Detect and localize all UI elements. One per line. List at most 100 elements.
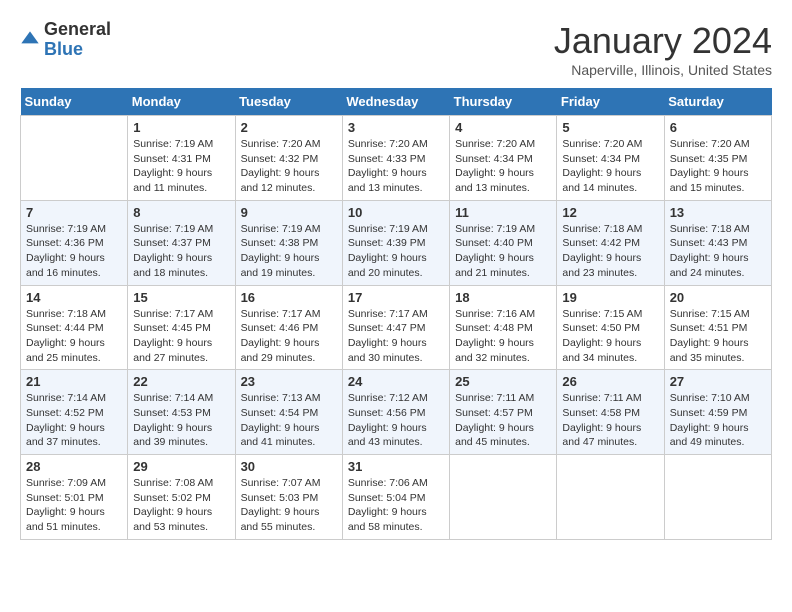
day-info: Sunrise: 7:20 AMSunset: 4:34 PMDaylight:…	[455, 137, 551, 196]
calendar-cell: 2 Sunrise: 7:20 AMSunset: 4:32 PMDaylight…	[235, 116, 342, 201]
calendar-week-row: 1Sunrise: 7:19 AMSunset: 4:31 PMDaylight…	[21, 116, 772, 201]
day-info: Sunrise: 7:07 AMSunset: 5:03 PMDaylight:…	[241, 476, 337, 535]
day-number: 4	[455, 120, 551, 135]
calendar-cell	[557, 455, 664, 540]
day-info: Sunrise: 7:12 AMSunset: 4:56 PMDaylight:…	[348, 391, 444, 450]
day-number: 24	[348, 374, 444, 389]
calendar-day-header: Monday	[128, 88, 235, 116]
calendar-header-row: SundayMondayTuesdayWednesdayThursdayFrid…	[21, 88, 772, 116]
day-info: Sunrise: 7:11 AMSunset: 4:57 PMDaylight:…	[455, 391, 551, 450]
calendar-week-row: 28 Sunrise: 7:09 AMSunset: 5:01 PMDayligh…	[21, 455, 772, 540]
calendar-cell: 20Sunrise: 7:15 AMSunset: 4:51 PMDayligh…	[664, 285, 771, 370]
calendar-day-header: Tuesday	[235, 88, 342, 116]
day-number: 12	[562, 205, 658, 220]
day-info: Sunrise: 7:17 AMSunset: 4:47 PMDaylight:…	[348, 307, 444, 366]
calendar-cell: 24 Sunrise: 7:12 AMSunset: 4:56 PMDayligh…	[342, 370, 449, 455]
calendar-day-header: Saturday	[664, 88, 771, 116]
calendar-cell: 31 Sunrise: 7:06 AMSunset: 5:04 PMDayligh…	[342, 455, 449, 540]
logo-general-text: General	[44, 20, 111, 40]
calendar-day-header: Friday	[557, 88, 664, 116]
day-info: Sunrise: 7:20 AMSunset: 4:35 PMDaylight:…	[670, 137, 766, 196]
page-header: General Blue January 2024 Naperville, Il…	[20, 20, 772, 78]
day-number: 21	[26, 374, 122, 389]
day-info: Sunrise: 7:14 AMSunset: 4:53 PMDaylight:…	[133, 391, 229, 450]
day-number: 7	[26, 205, 122, 220]
day-number: 10	[348, 205, 444, 220]
calendar-cell: 23Sunrise: 7:13 AMSunset: 4:54 PMDayligh…	[235, 370, 342, 455]
calendar-week-row: 21 Sunrise: 7:14 AMSunset: 4:52 PMDayligh…	[21, 370, 772, 455]
day-info: Sunrise: 7:20 AMSunset: 4:32 PMDaylight:…	[241, 137, 337, 196]
calendar-day-header: Sunday	[21, 88, 128, 116]
day-number: 31	[348, 459, 444, 474]
day-number: 29	[133, 459, 229, 474]
calendar-cell: 16 Sunrise: 7:17 AMSunset: 4:46 PMDayligh…	[235, 285, 342, 370]
calendar-cell: 26 Sunrise: 7:11 AMSunset: 4:58 PMDayligh…	[557, 370, 664, 455]
calendar-cell: 4 Sunrise: 7:20 AMSunset: 4:34 PMDaylight…	[450, 116, 557, 201]
day-info: Sunrise: 7:19 AMSunset: 4:36 PMDaylight:…	[26, 222, 122, 281]
day-number: 22	[133, 374, 229, 389]
day-number: 15	[133, 290, 229, 305]
calendar-cell: 28 Sunrise: 7:09 AMSunset: 5:01 PMDayligh…	[21, 455, 128, 540]
day-number: 5	[562, 120, 658, 135]
calendar-cell: 3Sunrise: 7:20 AMSunset: 4:33 PMDaylight…	[342, 116, 449, 201]
day-info: Sunrise: 7:19 AMSunset: 4:40 PMDaylight:…	[455, 222, 551, 281]
day-info: Sunrise: 7:13 AMSunset: 4:54 PMDaylight:…	[241, 391, 337, 450]
day-info: Sunrise: 7:18 AMSunset: 4:43 PMDaylight:…	[670, 222, 766, 281]
day-info: Sunrise: 7:08 AMSunset: 5:02 PMDaylight:…	[133, 476, 229, 535]
calendar-cell: 6 Sunrise: 7:20 AMSunset: 4:35 PMDaylight…	[664, 116, 771, 201]
day-info: Sunrise: 7:15 AMSunset: 4:50 PMDaylight:…	[562, 307, 658, 366]
day-info: Sunrise: 7:19 AMSunset: 4:39 PMDaylight:…	[348, 222, 444, 281]
calendar-day-header: Thursday	[450, 88, 557, 116]
calendar-table: SundayMondayTuesdayWednesdayThursdayFrid…	[20, 88, 772, 540]
calendar-cell: 12 Sunrise: 7:18 AMSunset: 4:42 PMDayligh…	[557, 200, 664, 285]
day-number: 2	[241, 120, 337, 135]
title-block: January 2024 Naperville, Illinois, Unite…	[554, 20, 772, 78]
calendar-cell: 8 Sunrise: 7:19 AMSunset: 4:37 PMDaylight…	[128, 200, 235, 285]
day-info: Sunrise: 7:17 AMSunset: 4:45 PMDaylight:…	[133, 307, 229, 366]
day-info: Sunrise: 7:19 AMSunset: 4:31 PMDaylight:…	[133, 137, 229, 196]
logo-text: General Blue	[44, 20, 111, 60]
calendar-cell: 1Sunrise: 7:19 AMSunset: 4:31 PMDaylight…	[128, 116, 235, 201]
calendar-cell: 9Sunrise: 7:19 AMSunset: 4:38 PMDaylight…	[235, 200, 342, 285]
calendar-cell: 22 Sunrise: 7:14 AMSunset: 4:53 PMDayligh…	[128, 370, 235, 455]
logo-icon	[20, 30, 40, 50]
calendar-cell	[21, 116, 128, 201]
calendar-week-row: 7 Sunrise: 7:19 AMSunset: 4:36 PMDaylight…	[21, 200, 772, 285]
calendar-cell: 5Sunrise: 7:20 AMSunset: 4:34 PMDaylight…	[557, 116, 664, 201]
day-number: 11	[455, 205, 551, 220]
day-number: 6	[670, 120, 766, 135]
day-info: Sunrise: 7:18 AMSunset: 4:42 PMDaylight:…	[562, 222, 658, 281]
day-info: Sunrise: 7:11 AMSunset: 4:58 PMDaylight:…	[562, 391, 658, 450]
day-info: Sunrise: 7:18 AMSunset: 4:44 PMDaylight:…	[26, 307, 122, 366]
calendar-week-row: 14 Sunrise: 7:18 AMSunset: 4:44 PMDayligh…	[21, 285, 772, 370]
day-number: 20	[670, 290, 766, 305]
calendar-cell: 10 Sunrise: 7:19 AMSunset: 4:39 PMDayligh…	[342, 200, 449, 285]
day-number: 17	[348, 290, 444, 305]
calendar-cell: 13Sunrise: 7:18 AMSunset: 4:43 PMDayligh…	[664, 200, 771, 285]
calendar-cell: 11 Sunrise: 7:19 AMSunset: 4:40 PMDayligh…	[450, 200, 557, 285]
day-info: Sunrise: 7:09 AMSunset: 5:01 PMDaylight:…	[26, 476, 122, 535]
day-info: Sunrise: 7:06 AMSunset: 5:04 PMDaylight:…	[348, 476, 444, 535]
calendar-cell: 17 Sunrise: 7:17 AMSunset: 4:47 PMDayligh…	[342, 285, 449, 370]
day-info: Sunrise: 7:19 AMSunset: 4:37 PMDaylight:…	[133, 222, 229, 281]
day-number: 25	[455, 374, 551, 389]
day-number: 8	[133, 205, 229, 220]
day-number: 3	[348, 120, 444, 135]
calendar-cell: 7 Sunrise: 7:19 AMSunset: 4:36 PMDaylight…	[21, 200, 128, 285]
logo-blue-text: Blue	[44, 40, 111, 60]
calendar-day-header: Wednesday	[342, 88, 449, 116]
calendar-cell: 21 Sunrise: 7:14 AMSunset: 4:52 PMDayligh…	[21, 370, 128, 455]
logo: General Blue	[20, 20, 111, 60]
day-number: 28	[26, 459, 122, 474]
day-number: 16	[241, 290, 337, 305]
day-info: Sunrise: 7:17 AMSunset: 4:46 PMDaylight:…	[241, 307, 337, 366]
day-number: 14	[26, 290, 122, 305]
day-number: 26	[562, 374, 658, 389]
calendar-cell	[664, 455, 771, 540]
day-number: 27	[670, 374, 766, 389]
day-info: Sunrise: 7:14 AMSunset: 4:52 PMDaylight:…	[26, 391, 122, 450]
day-info: Sunrise: 7:10 AMSunset: 4:59 PMDaylight:…	[670, 391, 766, 450]
location-text: Naperville, Illinois, United States	[554, 62, 772, 78]
day-number: 19	[562, 290, 658, 305]
calendar-cell: 30Sunrise: 7:07 AMSunset: 5:03 PMDayligh…	[235, 455, 342, 540]
